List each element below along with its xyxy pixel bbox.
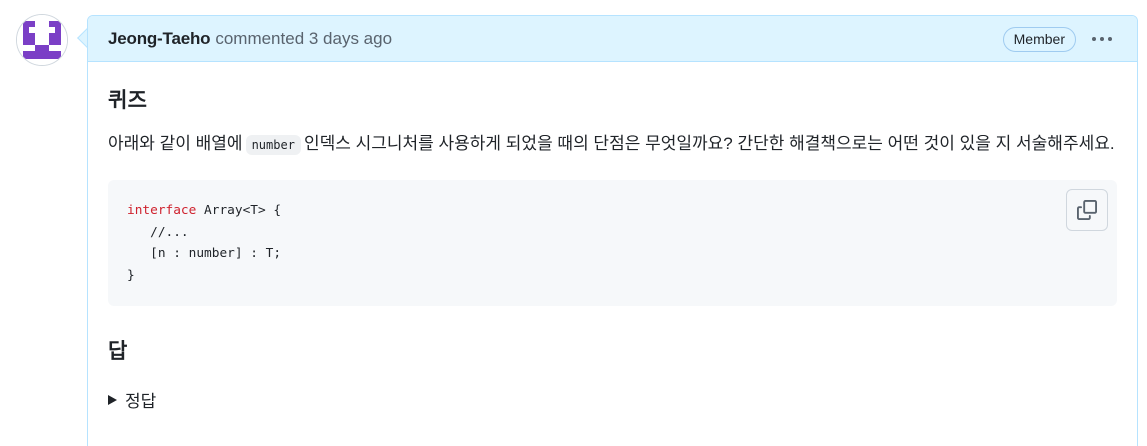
member-badge: Member [1002,27,1076,52]
answer-heading: 답 [108,340,128,363]
code-line: [n : number] : T; [127,243,1098,265]
code-line: //... [127,222,1098,244]
code-text: } [127,267,135,283]
code-keyword: interface [127,203,197,218]
details-summary: 정답 [125,392,157,411]
disclosure-triangle-icon [108,394,117,405]
comment-timestamp[interactable]: commented 3 days ago [215,29,392,49]
question-after: 인덱스 시그니처를 사용하게 되었을 때의 단점은 무엇일까요? 간단한 해결책… [303,134,1115,153]
inline-code: number [245,135,301,155]
comment-header: Jeong-Taeho commented 3 days ago Member [88,16,1137,62]
code-text: [n : number] : T; [127,246,282,261]
author-link[interactable]: Jeong-Taeho [108,29,211,49]
code-block: interface Array<T> { //... [n : number] … [108,180,1117,306]
code-line: interface Array<T> { [127,200,1098,222]
identicon-icon [17,15,67,65]
copy-icon [1077,200,1097,220]
more-options-icon[interactable] [1090,29,1114,49]
quiz-heading: 퀴즈 [108,89,148,112]
avatar[interactable] [16,14,68,66]
code-line: } [127,265,1098,287]
code-text: //... [127,224,189,240]
question-text: 아래와 같이 배열에 number 인덱스 시그니처를 사용하게 되었을 때의 단점… [108,131,1117,158]
question-before: 아래와 같이 배열에 [108,134,243,153]
copy-button[interactable] [1066,189,1108,231]
comment-body: 퀴즈 아래와 같이 배열에 number 인덱스 시그니처를 사용하게 되었을 때의… [88,84,1137,412]
code-text: Array<T> { [196,203,282,218]
answer-details-toggle[interactable]: 정답 [108,387,1117,412]
comment-box: Jeong-Taeho commented 3 days ago Member … [87,15,1138,446]
